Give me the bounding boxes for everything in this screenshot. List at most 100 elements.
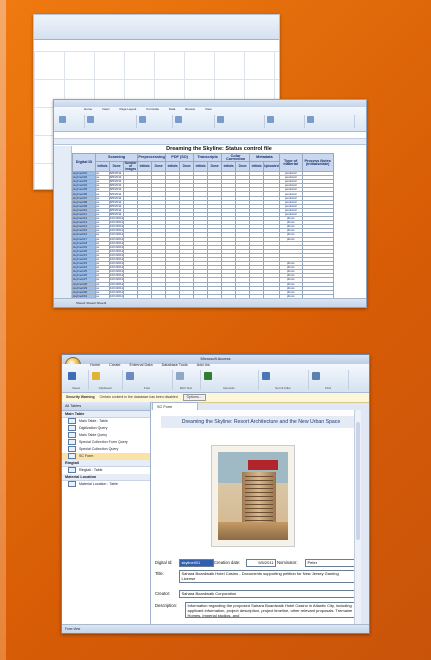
excel-group-editing — [304, 115, 355, 128]
subheader-metadata: Uploaded — [263, 161, 280, 172]
excel-tab-review[interactable]: Review — [185, 107, 195, 111]
nav-item[interactable]: Digitization Query — [62, 425, 150, 432]
excel-tab-formulas[interactable]: Formulas — [146, 107, 159, 111]
access-group-sort-filter: Sort & Filter — [258, 370, 309, 390]
creation-date-label: Creation date: — [214, 560, 241, 565]
records-icon[interactable] — [204, 372, 212, 380]
font-icon[interactable] — [126, 372, 134, 380]
view-icon[interactable] — [68, 372, 76, 380]
group-label: Clipboard — [98, 386, 112, 390]
excel-group-clipboard — [56, 115, 85, 128]
nominator-field[interactable]: Peter — [305, 559, 355, 567]
subheader-transcripts: initials — [193, 161, 209, 172]
subheader-color: initials — [221, 161, 237, 172]
options-button[interactable]: Options... — [182, 394, 206, 401]
window-title: Microsoft Access — [200, 356, 231, 361]
description-label: Description: — [155, 603, 178, 608]
paste-icon[interactable] — [59, 116, 66, 123]
table-icon — [68, 481, 76, 488]
row-headers — [54, 146, 72, 299]
access-tab-external-data[interactable]: External Data — [130, 363, 153, 367]
paste-icon[interactable] — [92, 372, 100, 380]
excel-group-font — [84, 115, 137, 128]
query-icon — [68, 446, 76, 453]
group-label: Records — [223, 386, 235, 390]
access-tab-home[interactable]: Home — [90, 363, 100, 367]
scrollbar-thumb[interactable] — [356, 422, 360, 540]
nav-item-label: Ringtail : Table — [79, 468, 103, 472]
access-group-find: Find — [308, 370, 349, 390]
subheader-pdf: Done — [179, 161, 195, 172]
digital-id-field[interactable]: skyline001 — [179, 559, 214, 567]
insert-cells-icon[interactable] — [267, 116, 274, 123]
table-icon — [68, 418, 76, 425]
form-icon — [68, 453, 76, 460]
sheet-tabs[interactable]: Sheet1 Sheet2 Sheet3 — [76, 301, 106, 305]
form-banner: Dreaming the Skyline: Resort Architectur… — [161, 416, 361, 428]
excel-ribbon: Home Insert Page Layout Formulas Data Review V… — [54, 107, 366, 132]
excel-group-number — [172, 115, 215, 128]
access-window: Microsoft Access Home Create External Data… — [61, 354, 370, 634]
wrap-text-icon[interactable] — [139, 116, 146, 123]
nav-item[interactable]: Material Location : Table — [62, 481, 150, 488]
excel-tab-insert[interactable]: Insert — [102, 107, 110, 111]
security-warning-message: Certain content in the database has been… — [99, 395, 178, 399]
sort-filter-icon[interactable] — [307, 116, 314, 123]
form-vertical-scrollbar[interactable] — [354, 410, 361, 625]
excel-group-cells — [264, 115, 305, 128]
creator-field[interactable]: Sahara Boardwalk Corporation — [179, 590, 356, 598]
group-label: Font — [143, 386, 150, 390]
access-tab-database-tools[interactable]: Database Tools — [162, 363, 188, 367]
access-ribbon-tabs: Home Create External Data Database Tools Add… — [90, 363, 219, 367]
creator-label: Creator: — [155, 591, 171, 596]
excel-tab-home[interactable]: Home — [84, 107, 92, 111]
back-ribbon — [34, 15, 279, 40]
excel-tab-page-layout[interactable]: Page Layout — [120, 107, 137, 111]
excel-group-styles — [214, 115, 265, 128]
subheader-preprocessing: Done — [151, 161, 167, 172]
nav-group-header[interactable]: Ringtail — [62, 460, 150, 467]
number-format-icon[interactable] — [175, 116, 182, 123]
nav-item[interactable]: Ringtail : Table — [62, 467, 150, 474]
excel-status-bar: Sheet1 Sheet2 Sheet3 — [54, 298, 366, 307]
group-label: Views — [72, 386, 80, 390]
access-tab-create[interactable]: Create — [109, 363, 120, 367]
rich-text-icon[interactable] — [176, 372, 184, 380]
formula-bar[interactable] — [54, 132, 366, 139]
title-field[interactable]: Sahara Boardwalk Hotel Casino - Document… — [179, 570, 356, 583]
col-preprocessing: Preprocessing — [137, 153, 167, 162]
col-digital-id: Digital ID — [72, 153, 96, 172]
nav-item-label: Main Table Query — [79, 433, 108, 437]
creation-date-field[interactable]: 9/5/2011 — [246, 559, 276, 567]
col-transcripts: Transcripts — [193, 153, 223, 162]
binoculars-icon[interactable] — [312, 372, 320, 380]
table-icon — [68, 432, 76, 439]
excel-tab-view[interactable]: View — [205, 107, 211, 111]
security-warning-title: Security Warning — [66, 395, 95, 399]
filter-icon[interactable] — [262, 372, 270, 380]
nav-pane-header[interactable]: All Tables — [62, 402, 150, 411]
nav-group-header[interactable]: Main Table — [62, 411, 150, 418]
nav-item[interactable]: Special Collection Form Query — [62, 439, 150, 446]
nav-group-header[interactable]: Material Location — [62, 474, 150, 481]
access-group-clipboard: Clipboard — [88, 370, 123, 390]
nav-item[interactable]: SC Form — [62, 453, 150, 460]
nav-item-label: Special Collection Form Query — [79, 440, 128, 444]
font-icon[interactable] — [87, 116, 94, 123]
hotel-photo — [211, 445, 295, 547]
access-tab-add-ins[interactable]: Add-Ins — [197, 363, 210, 367]
excel-tab-data[interactable]: Data — [169, 107, 175, 111]
status-text: Form View — [65, 627, 81, 631]
form-area: Dreaming the Skyline: Resort Architectur… — [151, 410, 361, 625]
subheader-color: Done — [235, 161, 251, 172]
hotel-image — [218, 452, 288, 540]
nav-item[interactable]: Main Table : Table — [62, 418, 150, 425]
description-field[interactable]: Information regarding the proposed Sahar… — [185, 602, 356, 618]
sahara-sign — [248, 460, 278, 470]
nav-item-label: Main Table : Table — [79, 419, 108, 423]
access-ribbon: Home Create External Data Database Tools Add… — [62, 363, 369, 393]
subheader-pdf: initials — [165, 161, 181, 172]
conditional-formatting-icon[interactable] — [217, 116, 224, 123]
nav-item[interactable]: Main Table Query — [62, 432, 150, 439]
nav-item[interactable]: Special Collection Query — [62, 446, 150, 453]
